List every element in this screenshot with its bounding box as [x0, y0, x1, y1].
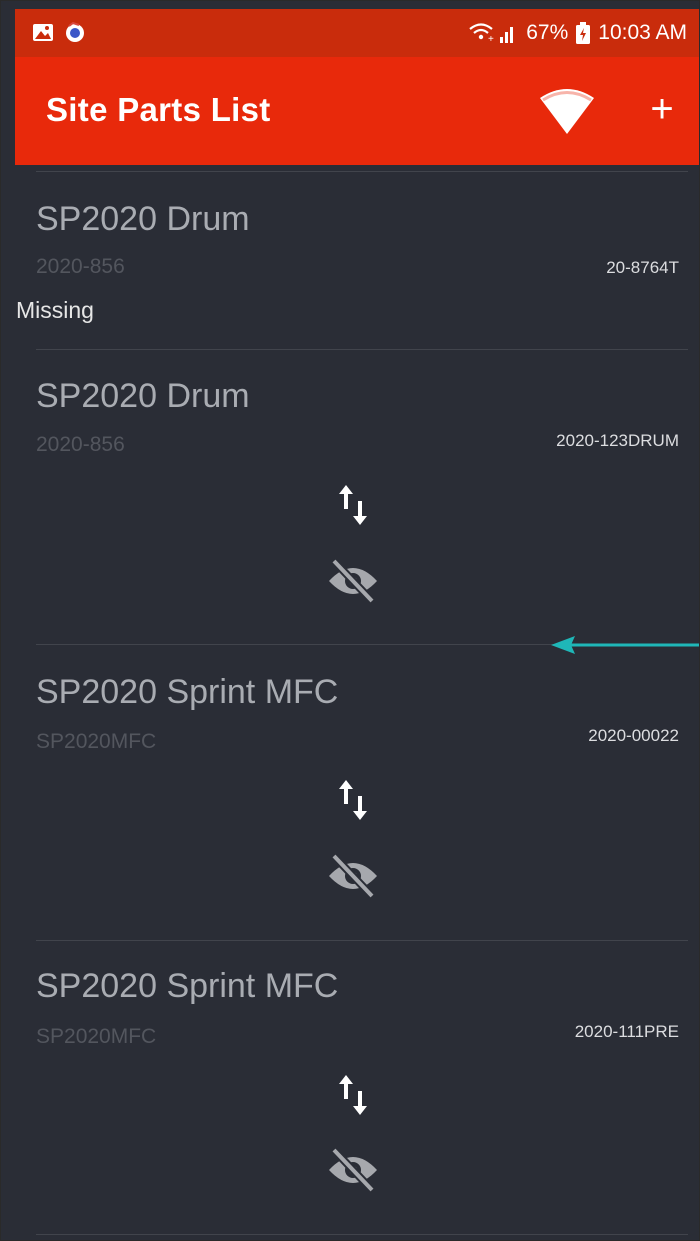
svg-text:+: + [488, 34, 494, 45]
swap-vertical-icon [339, 780, 367, 820]
list-item[interactable]: SP2020 Sprint MFC SP2020MFC 2020-111PRE [15, 941, 699, 1234]
serial-number: 20-8764T [606, 258, 679, 277]
part-name: SP2020 Drum [36, 377, 250, 415]
battery-icon [576, 22, 591, 44]
wifi-icon [540, 89, 594, 134]
serial-number: 2020-00022 [588, 726, 679, 745]
part-number: SP2020MFC [36, 730, 157, 753]
list-item[interactable]: SP2020 Sprint MFC SP2020MFC 2020-00022 [15, 645, 699, 940]
list-item[interactable]: SP2020 Drum 2020-856 20-8764T Missing [15, 172, 699, 349]
eye-off-icon [329, 853, 377, 899]
hide-button[interactable] [325, 852, 381, 900]
part-name: SP2020 Drum [36, 200, 250, 238]
list-divider [36, 1234, 688, 1235]
phone-screen: + 67% 10:03 AM Site Parts List + SP2020 … [0, 0, 700, 1241]
battery-percent: 67% [526, 21, 569, 44]
page-title: Site Parts List [46, 91, 271, 128]
swap-vertical-icon [339, 485, 367, 525]
app-notification-icon [66, 21, 84, 42]
part-number: 2020-856 [36, 433, 125, 456]
add-icon: + [650, 87, 674, 131]
part-name: SP2020 Sprint MFC [36, 673, 339, 711]
list-item[interactable]: SP2020 Drum 2020-856 2020-123DRUM [15, 350, 699, 644]
app-bar: Site Parts List + [15, 57, 699, 165]
part-number: 2020-856 [36, 255, 125, 278]
wifi-button[interactable] [540, 88, 594, 134]
serial-number: 2020-123DRUM [556, 431, 679, 450]
swap-button[interactable] [336, 1073, 372, 1117]
wifi-calling-icon: + [469, 23, 514, 45]
clock: 10:03 AM [598, 21, 687, 44]
eye-off-icon [329, 558, 377, 604]
part-name: SP2020 Sprint MFC [36, 967, 339, 1005]
status-text: Missing [16, 297, 94, 323]
notification-icons [33, 21, 103, 44]
status-bar: + 67% 10:03 AM [15, 9, 699, 57]
status-indicators: + 67% 10:03 AM [468, 19, 687, 47]
gallery-icon [33, 24, 53, 41]
parts-list[interactable]: SP2020 Drum 2020-856 20-8764T Missing SP… [15, 165, 699, 1240]
part-number: SP2020MFC [36, 1025, 157, 1048]
hide-button[interactable] [325, 557, 381, 605]
swap-button[interactable] [336, 483, 372, 527]
eye-off-icon [329, 1147, 377, 1193]
swap-vertical-icon [339, 1075, 367, 1115]
annotation-arrow [551, 636, 699, 654]
add-button[interactable]: + [642, 85, 682, 133]
swap-button[interactable] [336, 778, 372, 822]
serial-number: 2020-111PRE [574, 1022, 679, 1041]
hide-button[interactable] [325, 1146, 381, 1194]
